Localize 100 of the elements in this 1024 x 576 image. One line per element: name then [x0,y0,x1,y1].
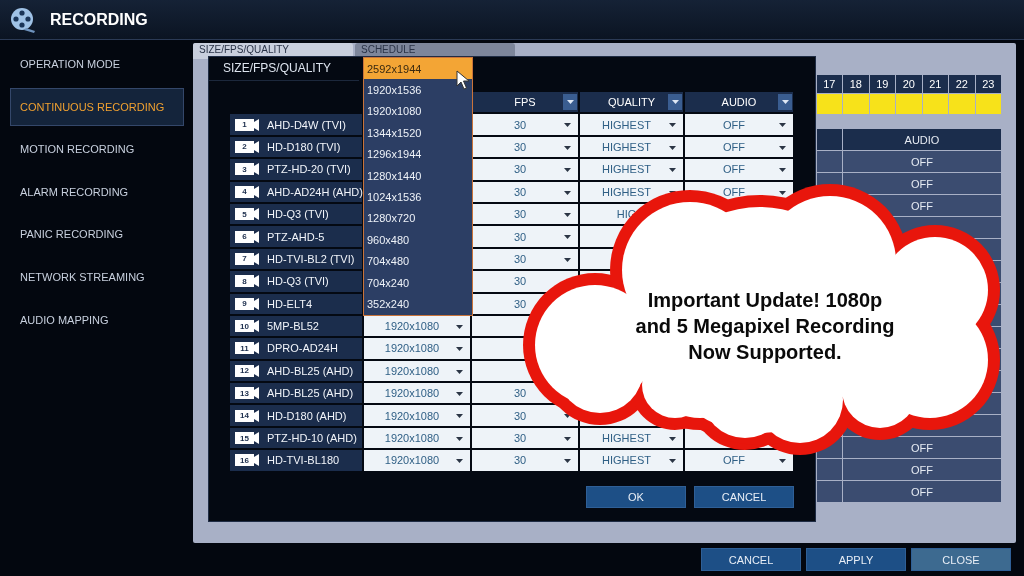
select-field[interactable]: HIGHEST [580,181,683,202]
select-field[interactable]: 1920x1080 [364,405,470,426]
select-field[interactable]: OFF [685,136,793,158]
camera-name: AHD-BL25 (AHD) [267,387,354,400]
select-field[interactable]: 30 [472,226,578,247]
dropdown-button[interactable] [563,94,577,110]
select-field[interactable]: 1920x1080 [364,450,470,471]
caret-icon[interactable] [564,168,571,173]
select-field[interactable]: 30 [472,427,578,449]
schedule-cell[interactable] [896,94,922,114]
dropdown-option[interactable]: 2592x1944 [364,58,472,80]
caret-icon[interactable] [564,145,571,150]
table-cell: OFF [843,173,1001,194]
sidebar-item[interactable]: ALARM RECORDING [10,172,184,211]
caret-icon[interactable] [564,436,571,441]
select-field[interactable]: 30 [472,136,578,158]
camera-name: AHD-AD24H (AHD) [267,185,363,198]
caret-icon[interactable] [456,436,463,441]
caret-icon[interactable] [564,190,571,195]
caret-icon[interactable] [456,392,463,397]
select-field[interactable]: HIGHEST [580,427,683,449]
sidebar-item[interactable]: MOTION RECORDING [10,130,184,169]
select-field[interactable]: 30 [472,248,578,270]
caret-icon[interactable] [779,459,786,464]
dialog-button[interactable]: OK [586,485,686,508]
close-button[interactable]: CLOSE [911,548,1011,571]
select-field[interactable]: OFF [685,450,793,471]
schedule-cell[interactable] [949,94,975,114]
dropdown-option[interactable]: 1920x1080 [364,100,472,123]
caret-icon[interactable] [564,123,571,128]
dropdown-option[interactable]: 1280x1440 [364,164,472,187]
caret-icon[interactable] [456,347,463,352]
caret-icon[interactable] [564,235,571,240]
dialog-button[interactable]: CANCEL [694,485,794,508]
dropdown-option[interactable]: 1920x1536 [364,79,472,101]
select-field[interactable]: HIGHEST [580,114,683,135]
select-field[interactable]: 1920x1080 [364,338,470,359]
select-field[interactable]: 1920x1080 [364,360,470,382]
caret-icon[interactable] [564,257,571,262]
schedule-cell[interactable] [816,94,842,114]
caret-icon[interactable] [779,123,786,128]
callout-text: Now Supported. [688,340,842,365]
table-cell [817,459,842,480]
dropdown-option[interactable]: 1280x720 [364,207,472,230]
dropdown-option[interactable]: 352x240 [364,293,472,315]
caret-icon[interactable] [669,145,676,150]
sidebar-item[interactable]: PANIC RECORDING [10,215,184,254]
caret-icon[interactable] [456,324,463,329]
dropdown-option[interactable]: 704x480 [364,250,472,272]
caret-icon[interactable] [456,369,463,374]
select-field[interactable]: 1920x1080 [364,315,470,337]
sidebar-item[interactable]: AUDIO MAPPING [10,300,184,339]
select-field[interactable]: 30 [472,159,578,180]
footer-button[interactable]: APPLY [806,548,906,571]
caret-icon[interactable] [779,168,786,173]
select-field[interactable]: OFF [685,114,793,135]
camera-name: HD-ELT4 [267,297,313,310]
select-field[interactable]: HIGHEST [580,450,683,471]
schedule-cell[interactable] [843,94,869,114]
schedule-cell[interactable] [975,94,1001,114]
column-label: FPS [514,96,536,109]
select-field[interactable]: HIGHEST [580,136,683,158]
camera-name: AHD-BL25 (AHD) [267,364,354,377]
dropdown-option[interactable]: 1024x1536 [364,186,472,208]
select-field[interactable]: HIGHEST [580,159,683,180]
table-cell [817,151,842,172]
camera-name: 5MP-BL52 [267,320,319,333]
sidebar-item[interactable]: NETWORK STREAMING [10,257,184,296]
caret-icon[interactable] [779,145,786,150]
dropdown-option[interactable]: 1344x1520 [364,122,472,144]
table-cell: OFF [843,481,1001,502]
caret-icon[interactable] [564,212,571,217]
schedule-cell[interactable] [922,94,948,114]
caret-icon[interactable] [669,436,676,441]
hour-label: 23 [975,75,1001,93]
camera-name: PTZ-AHD-5 [267,230,325,243]
caret-icon[interactable] [669,123,676,128]
caret-icon[interactable] [456,459,463,464]
dropdown-button[interactable] [778,94,792,110]
select-field[interactable]: 30 [472,181,578,202]
caret-icon[interactable] [669,168,676,173]
caret-icon[interactable] [669,459,676,464]
select-field[interactable]: 30 [472,405,578,426]
dropdown-button[interactable] [668,94,682,110]
footer-button[interactable]: CANCEL [701,548,801,571]
select-field[interactable]: 30 [472,114,578,135]
select-field[interactable]: 30 [472,450,578,471]
select-field[interactable]: 1920x1080 [364,427,470,449]
caret-icon[interactable] [564,459,571,464]
sidebar-item[interactable]: OPERATION MODE [10,45,184,83]
camera-name: HD-Q3 (TVI) [267,208,329,221]
dropdown-option[interactable]: 1296x1944 [364,143,472,165]
schedule-cell[interactable] [869,94,895,114]
select-field[interactable]: 1920x1080 [364,383,470,404]
caret-icon[interactable] [456,414,463,419]
sidebar-item[interactable]: CONTINUOUS RECORDING [10,87,184,126]
select-field[interactable]: OFF [685,159,793,180]
dropdown-option[interactable]: 704x240 [364,271,472,294]
dropdown-option[interactable]: 960x480 [364,229,472,251]
select-field[interactable]: 30 [472,203,578,225]
